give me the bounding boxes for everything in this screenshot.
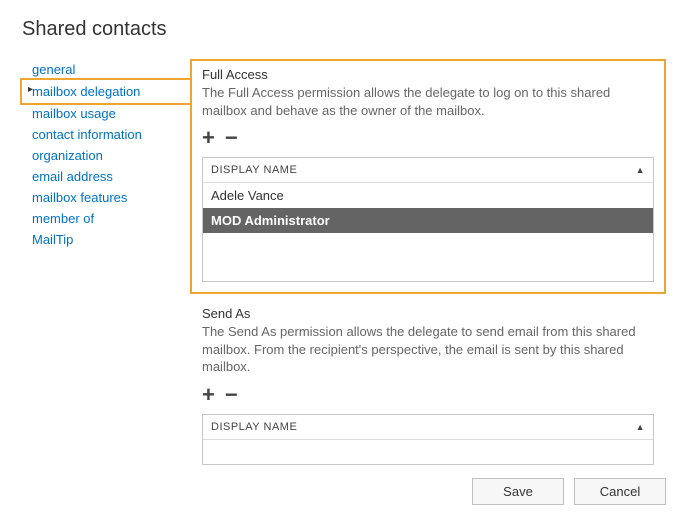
cancel-button[interactable]: Cancel	[574, 478, 666, 505]
sort-asc-icon: ▲	[636, 165, 645, 175]
sidebar-item-organization[interactable]: organization	[22, 145, 190, 166]
sidebar-item-mailbox-usage[interactable]: mailbox usage	[22, 103, 190, 124]
full-access-title: Full Access	[202, 67, 654, 82]
sidebar-item-general[interactable]: general	[22, 59, 190, 80]
footer-buttons: Save Cancel	[472, 478, 666, 505]
send-as-grid: DISPLAY NAME ▲	[202, 414, 654, 465]
minus-icon[interactable]: −	[225, 384, 238, 406]
plus-icon[interactable]: +	[202, 127, 215, 149]
sidebar: general mailbox delegation mailbox usage…	[22, 59, 190, 250]
sidebar-item-mailtip[interactable]: MailTip	[22, 229, 190, 250]
content-panel: Full Access The Full Access permission a…	[190, 59, 684, 465]
sidebar-item-member-of[interactable]: member of	[22, 208, 190, 229]
full-access-section: Full Access The Full Access permission a…	[190, 59, 666, 294]
sidebar-item-mailbox-delegation[interactable]: mailbox delegation	[32, 81, 190, 102]
send-as-desc: The Send As permission allows the delega…	[202, 323, 654, 376]
sidebar-item-email-address[interactable]: email address	[22, 166, 190, 187]
plus-icon[interactable]: +	[202, 384, 215, 406]
send-as-column-header[interactable]: DISPLAY NAME ▲	[203, 415, 653, 440]
table-row[interactable]: Adele Vance	[203, 183, 653, 208]
full-access-column-header[interactable]: DISPLAY NAME ▲	[203, 158, 653, 183]
sidebar-item-mailbox-features[interactable]: mailbox features	[22, 187, 190, 208]
table-row[interactable]: MOD Administrator	[203, 208, 653, 233]
column-header-label: DISPLAY NAME	[211, 421, 297, 433]
full-access-grid: DISPLAY NAME ▲ Adele Vance MOD Administr…	[202, 157, 654, 282]
column-header-label: DISPLAY NAME	[211, 164, 297, 176]
save-button[interactable]: Save	[472, 478, 564, 505]
minus-icon[interactable]: −	[225, 127, 238, 149]
full-access-desc: The Full Access permission allows the de…	[202, 84, 654, 119]
page-title: Shared contacts	[0, 0, 684, 59]
send-as-section: Send As The Send As permission allows th…	[190, 306, 666, 465]
send-as-title: Send As	[202, 306, 654, 321]
sort-asc-icon: ▲	[636, 422, 645, 432]
sidebar-item-contact-information[interactable]: contact information	[22, 124, 190, 145]
